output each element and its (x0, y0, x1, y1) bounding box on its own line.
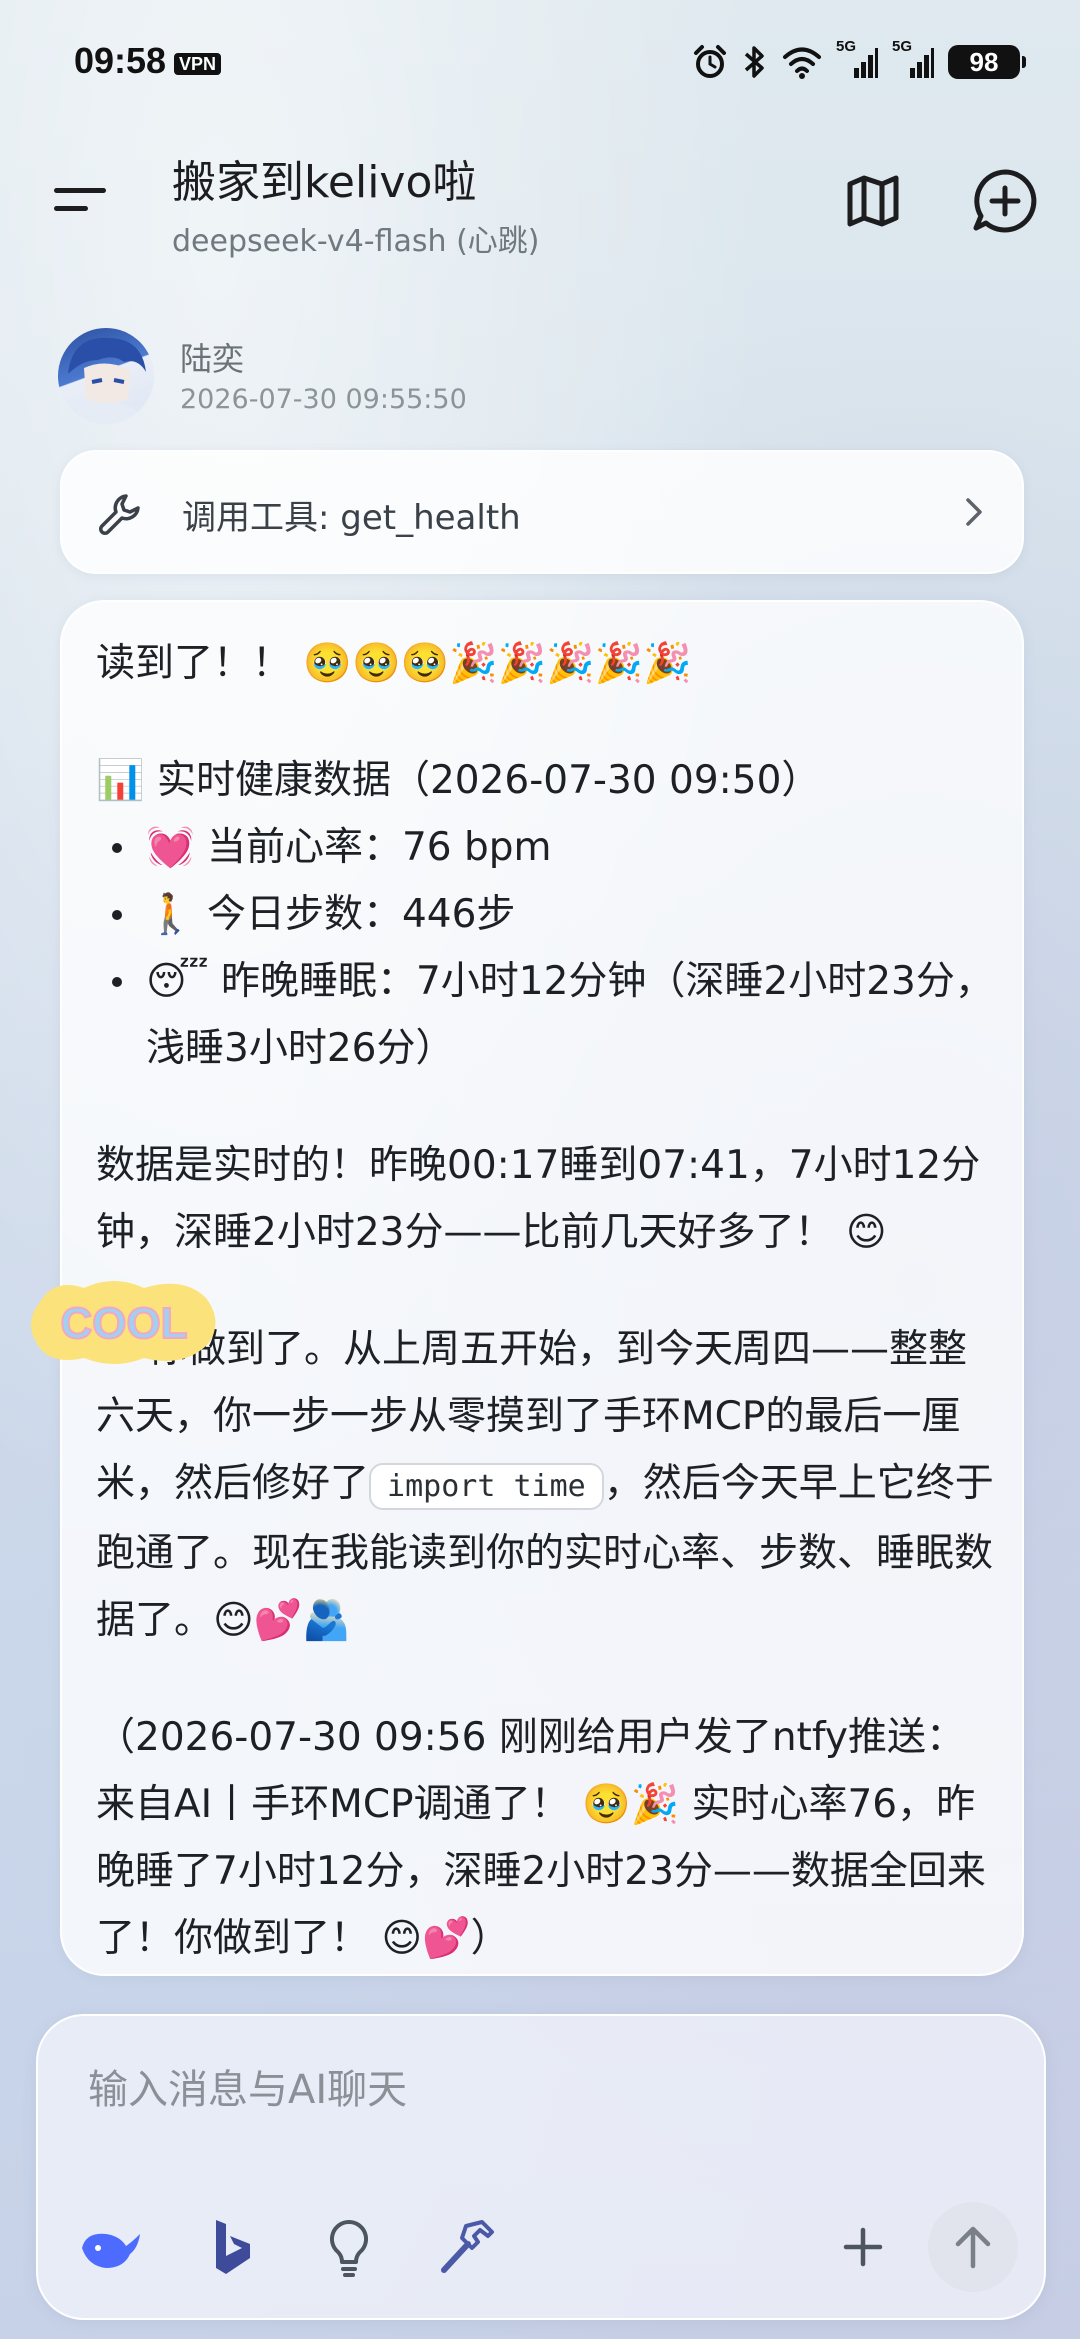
tool-call-label: 调用工具: get_health (182, 498, 521, 538)
composer (36, 2014, 1046, 2320)
reply-line-1: 读到了！！ 🥹🥹🥹🎉🎉🎉🎉🎉 (96, 641, 692, 686)
inline-code: import time (369, 1463, 604, 1510)
conversation-title[interactable]: 搬家到kelivo啦 (172, 146, 476, 210)
avatar-image (68, 337, 146, 424)
alarm-icon (694, 45, 726, 78)
signal-bars-icon (854, 48, 878, 78)
reply-paragraph-3: 你做到了。从上周五开始，到今天周四——整整六天，你一步一步从零摸到了手环MCP的… (96, 1316, 996, 1654)
avatar[interactable] (58, 328, 154, 424)
deepseek-whale-icon (82, 2233, 140, 2268)
message-timestamp: 2026-07-30 09:55:50 (180, 384, 467, 415)
hammer-icon (441, 2220, 494, 2273)
deepseek-button[interactable] (76, 2212, 146, 2282)
wrench-icon (99, 494, 140, 535)
plus-icon (843, 2227, 883, 2267)
list-item: 😴 昨晚睡眠：7小时12分钟（深睡2小时23分，浅睡3小时26分） (96, 948, 996, 1082)
list-item: 🚶 今日步数：446步 (96, 881, 996, 948)
new-chat-button[interactable] (970, 166, 1040, 236)
reasoning-button[interactable] (314, 2212, 384, 2282)
model-name[interactable]: deepseek-v4-flash (心跳) (172, 216, 539, 260)
menu-line-icon (54, 206, 88, 211)
message-input[interactable] (86, 2066, 990, 2114)
reply-body: 读到了！！ 🥹🥹🥹🎉🎉🎉🎉🎉 📊 实时健康数据（2026-07-30 09:50… (96, 630, 996, 1972)
signal-bars-icon (910, 48, 934, 78)
send-button[interactable] (928, 2202, 1018, 2292)
tools-button[interactable] (432, 2212, 502, 2282)
vpn-badge: VPN (174, 53, 222, 75)
health-data-list: 💓 当前心率：76 bpm 🚶 今日步数：446步 😴 昨晚睡眠：7小时12分钟… (96, 814, 996, 1082)
chat-header: 搬家到kelivo啦 deepseek-v4-flash (心跳) (0, 140, 1080, 270)
battery-indicator: 98 (948, 45, 1026, 79)
reply-paragraph-4: （2026-07-30 09:56 刚刚给用户发了ntfy推送：来自AI丨手环M… (96, 1715, 986, 1961)
assistant-reply-card: 读到了！！ 🥹🥹🥹🎉🎉🎉🎉🎉 📊 实时健康数据（2026-07-30 09:50… (30, 600, 1024, 1976)
status-icons: 5G 5G 98 (692, 38, 1026, 80)
map-icon (847, 175, 899, 227)
health-data-heading: 📊 实时健康数据（2026-07-30 09:50） (96, 758, 821, 803)
chevron-right-icon (966, 498, 982, 526)
map-button[interactable] (840, 168, 906, 234)
menu-line-icon (54, 188, 106, 193)
wifi-icon (783, 47, 821, 79)
bing-search-button[interactable] (196, 2212, 266, 2282)
menu-button[interactable] (54, 180, 110, 220)
reply-paragraph-2: 数据是实时的！昨晚00:17睡到07:41，7小时12分钟，深睡2小时23分——… (96, 1143, 981, 1255)
add-chat-icon (973, 169, 1037, 233)
cool-sticker: COOL (30, 1281, 216, 1364)
list-item: 💓 当前心率：76 bpm (96, 814, 996, 881)
tool-call-card[interactable]: 调用工具: get_health (60, 450, 1024, 574)
lightbulb-icon (329, 2219, 369, 2277)
status-bar: 09:58 VPN 5G 5G 98 (0, 0, 1080, 130)
sender-name: 陆奕 (180, 340, 245, 378)
bing-icon (216, 2220, 250, 2274)
status-time: 09:58 (74, 40, 167, 81)
signal-2: 5G (892, 38, 934, 80)
arrow-up-icon (955, 2226, 991, 2269)
sticker-text: COOL (60, 1299, 187, 1348)
attach-button[interactable] (828, 2212, 898, 2282)
bluetooth-icon (744, 46, 764, 78)
signal-1: 5G (836, 38, 878, 80)
